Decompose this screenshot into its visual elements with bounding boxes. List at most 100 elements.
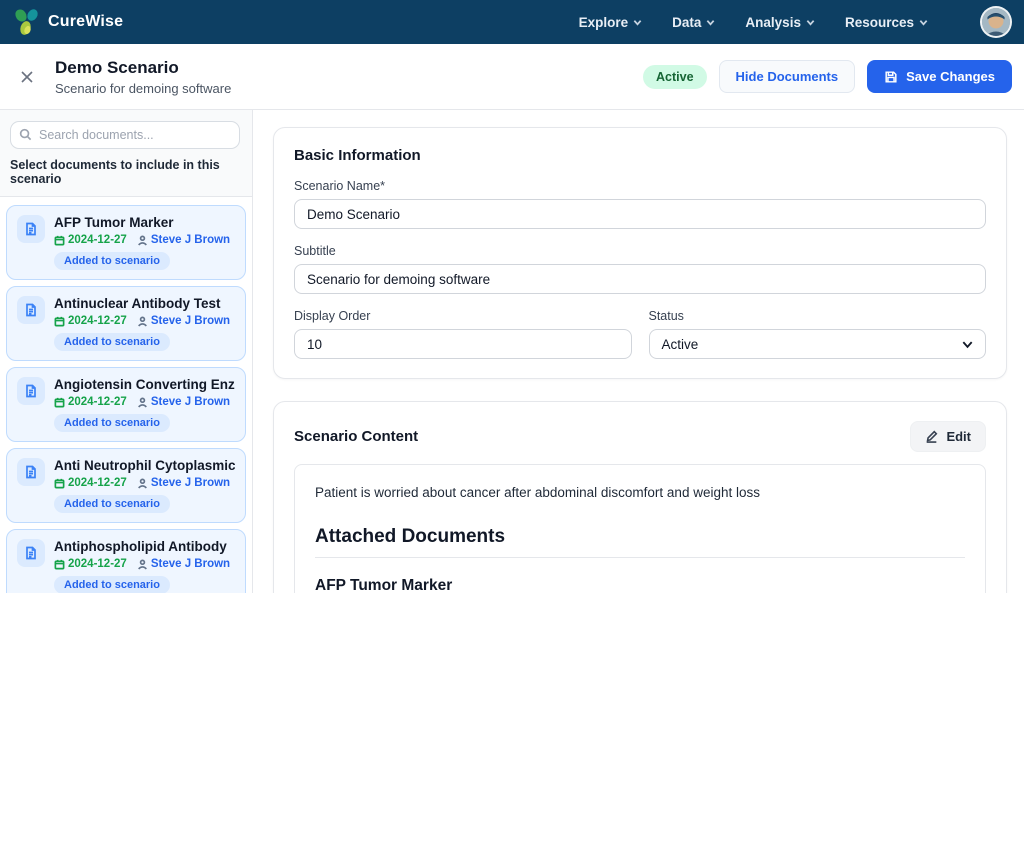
edit-pencil-icon xyxy=(925,430,938,443)
subtitle-label: Subtitle xyxy=(294,244,986,258)
attached-documents-heading: Attached Documents xyxy=(315,526,965,558)
nav-label: Data xyxy=(672,15,701,30)
document-icon xyxy=(17,296,45,324)
document-title: Angiotensin Converting Enzy... xyxy=(54,377,235,392)
edit-label: Edit xyxy=(946,429,971,444)
user-avatar[interactable] xyxy=(980,6,1012,38)
person-icon xyxy=(137,316,148,327)
document-card[interactable]: Angiotensin Converting Enzy... 2024-12-2… xyxy=(6,367,246,442)
added-to-scenario-badge: Added to scenario xyxy=(54,576,170,593)
nav-label: Analysis xyxy=(745,15,801,30)
page-titles: Demo Scenario Scenario for demoing softw… xyxy=(55,58,231,96)
nav-item-explore[interactable]: Explore xyxy=(579,15,643,30)
scenario-name-input[interactable] xyxy=(294,199,986,229)
brand[interactable]: CureWise xyxy=(10,6,123,38)
calendar-icon xyxy=(54,235,65,246)
scenario-content-title: Scenario Content xyxy=(294,428,418,445)
document-date: 2024-12-27 xyxy=(68,396,127,408)
added-to-scenario-badge: Added to scenario xyxy=(54,495,170,513)
basic-information-card: Basic Information Scenario Name* Subtitl… xyxy=(273,127,1007,379)
status-field: Status Active xyxy=(649,309,987,359)
top-navigation: Explore Data Analysis Resources xyxy=(579,6,1012,38)
subtitle-input[interactable] xyxy=(294,264,986,294)
chevron-down-icon xyxy=(706,18,715,27)
order-status-row: Display Order Status Active xyxy=(294,309,986,359)
scenario-content-header: Scenario Content Edit xyxy=(294,421,986,452)
calendar-icon xyxy=(54,316,65,327)
document-date: 2024-12-27 xyxy=(68,315,127,327)
document-icon xyxy=(17,458,45,486)
document-title: Anti Neutrophil Cytoplasmic ... xyxy=(54,458,235,473)
scenario-name-field: Scenario Name* xyxy=(294,179,986,229)
document-title: AFP Tumor Marker xyxy=(54,215,230,230)
document-card[interactable]: Anti Neutrophil Cytoplasmic ... 2024-12-… xyxy=(6,448,246,523)
document-author: Steve J Brown xyxy=(151,477,230,489)
save-changes-button[interactable]: Save Changes xyxy=(867,60,1012,93)
added-to-scenario-badge: Added to scenario xyxy=(54,252,170,270)
status-badge: Active xyxy=(643,65,707,89)
document-card[interactable]: Antiphospholipid Antibody 2024-12-27 Ste… xyxy=(6,529,246,593)
scenario-content-body: Patient is worried about cancer after ab… xyxy=(294,464,986,593)
close-icon[interactable] xyxy=(20,70,34,84)
document-list: AFP Tumor Marker 2024-12-27 Steve J Brow… xyxy=(0,197,252,593)
hide-documents-label: Hide Documents xyxy=(736,69,839,84)
document-author: Steve J Brown xyxy=(151,396,230,408)
app-window: CureWise Explore Data Analysis Resources xyxy=(0,0,1024,593)
document-icon xyxy=(17,539,45,567)
top-navbar: CureWise Explore Data Analysis Resources xyxy=(0,0,1024,44)
status-label: Status xyxy=(649,309,987,323)
chevron-down-icon xyxy=(806,18,815,27)
hide-documents-button[interactable]: Hide Documents xyxy=(719,60,856,93)
edit-button[interactable]: Edit xyxy=(910,421,986,452)
document-card[interactable]: AFP Tumor Marker 2024-12-27 Steve J Brow… xyxy=(6,205,246,280)
document-date: 2024-12-27 xyxy=(68,234,127,246)
chevron-down-icon xyxy=(633,18,642,27)
brand-name: CureWise xyxy=(48,13,123,31)
document-title: Antiphospholipid Antibody xyxy=(54,539,230,554)
page-actions: Active Hide Documents Save Changes xyxy=(643,60,1012,93)
display-order-label: Display Order xyxy=(294,309,632,323)
scenario-content-card: Scenario Content Edit Patient is worried… xyxy=(273,401,1007,593)
document-date: 2024-12-27 xyxy=(68,477,127,489)
added-to-scenario-badge: Added to scenario xyxy=(54,414,170,432)
document-author: Steve J Brown xyxy=(151,315,230,327)
document-date: 2024-12-27 xyxy=(68,558,127,570)
person-icon xyxy=(137,478,148,489)
nav-item-data[interactable]: Data xyxy=(672,15,715,30)
page-subtitle: Scenario for demoing software xyxy=(55,81,231,96)
nav-item-resources[interactable]: Resources xyxy=(845,15,928,30)
sidebar-search-section: Select documents to include in this scen… xyxy=(0,110,252,197)
person-icon xyxy=(137,559,148,570)
nav-item-analysis[interactable]: Analysis xyxy=(745,15,815,30)
display-order-field: Display Order xyxy=(294,309,632,359)
nav-label: Explore xyxy=(579,15,629,30)
main-panel: Basic Information Scenario Name* Subtitl… xyxy=(253,110,1024,593)
page-header: Demo Scenario Scenario for demoing softw… xyxy=(0,44,1024,110)
attached-document-title: AFP Tumor Marker xyxy=(315,577,965,593)
basic-information-title: Basic Information xyxy=(294,147,986,164)
document-card[interactable]: Antinuclear Antibody Test 2024-12-27 Ste… xyxy=(6,286,246,361)
nav-label: Resources xyxy=(845,15,914,30)
documents-sidebar: Select documents to include in this scen… xyxy=(0,110,253,593)
person-icon xyxy=(137,397,148,408)
document-title: Antinuclear Antibody Test xyxy=(54,296,230,311)
status-select-value: Active xyxy=(662,337,699,352)
scenario-description: Patient is worried about cancer after ab… xyxy=(315,485,965,500)
curewise-logo-icon xyxy=(10,6,42,38)
page-title: Demo Scenario xyxy=(55,58,231,78)
person-icon xyxy=(137,235,148,246)
content-area: Select documents to include in this scen… xyxy=(0,110,1024,593)
search-input[interactable] xyxy=(10,121,240,149)
chevron-down-icon xyxy=(961,338,974,351)
search-icon xyxy=(19,128,32,141)
scenario-name-label: Scenario Name* xyxy=(294,179,986,193)
calendar-icon xyxy=(54,478,65,489)
subtitle-field: Subtitle xyxy=(294,244,986,294)
save-icon xyxy=(884,70,898,84)
chevron-down-icon xyxy=(919,18,928,27)
calendar-icon xyxy=(54,397,65,408)
document-author: Steve J Brown xyxy=(151,558,230,570)
save-changes-label: Save Changes xyxy=(906,69,995,84)
display-order-input[interactable] xyxy=(294,329,632,359)
status-select[interactable]: Active xyxy=(649,329,987,359)
